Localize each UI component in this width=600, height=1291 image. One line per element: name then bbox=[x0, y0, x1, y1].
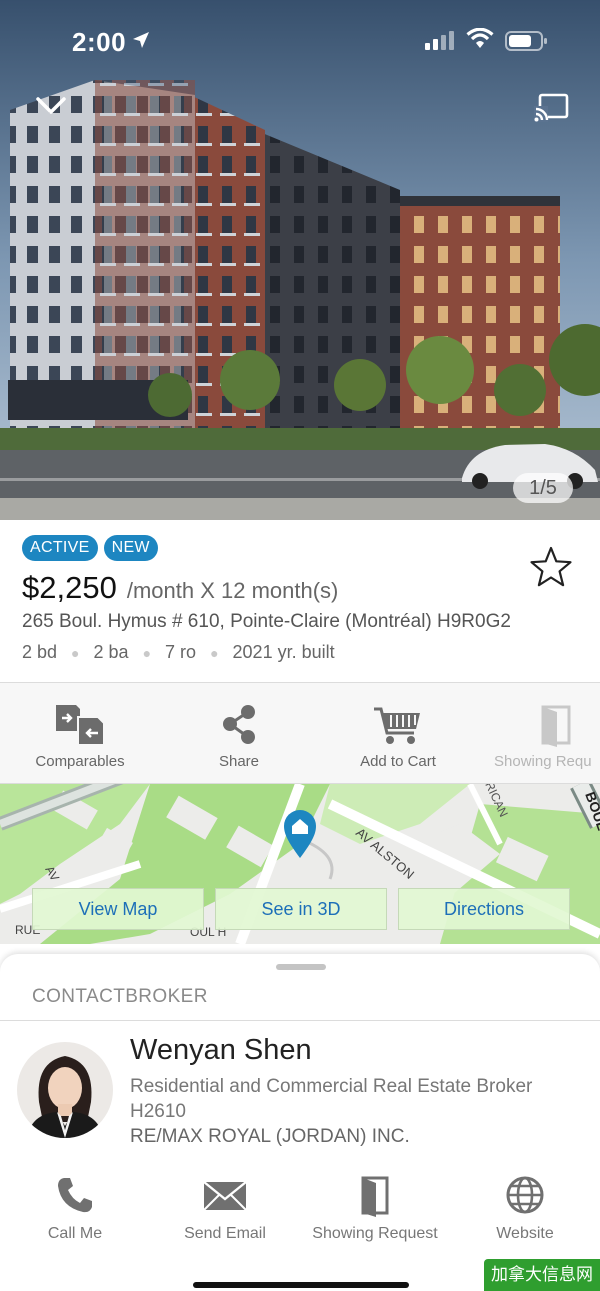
stat-bedrooms: 2 bd bbox=[22, 642, 58, 662]
call-me-label: Call Me bbox=[47, 1225, 103, 1242]
directions-button[interactable]: Directions bbox=[398, 888, 570, 930]
divider bbox=[0, 1020, 600, 1021]
comparables-button[interactable]: Comparables bbox=[0, 683, 160, 783]
status-time: 2:00 bbox=[72, 27, 127, 57]
separator-dot: ● bbox=[210, 644, 219, 661]
listing-actions-bar: Comparables Share Add to Cart Showing Re… bbox=[0, 682, 600, 784]
share-icon bbox=[223, 705, 255, 744]
stat-rooms: 7 ro bbox=[165, 642, 197, 662]
share-button[interactable]: Share bbox=[159, 683, 319, 783]
status-badge-active: ACTIVE bbox=[22, 535, 98, 561]
send-email-button[interactable]: Send Email bbox=[150, 1169, 300, 1249]
send-email-label: Send Email bbox=[184, 1225, 266, 1242]
stat-bathrooms: 2 ba bbox=[93, 642, 129, 662]
broker-title: Residential and Commercial Real Estate B… bbox=[130, 1076, 533, 1122]
status-bar: 2:00 bbox=[0, 0, 600, 80]
share-label: Share bbox=[218, 753, 260, 770]
door-icon bbox=[541, 705, 571, 747]
property-stats: 2 bd ● 2 ba ● 7 ro ● 2021 yr. built bbox=[22, 642, 335, 663]
email-icon bbox=[203, 1181, 247, 1211]
broker-agency: RE/MAX ROYAL (JORDAN) INC. bbox=[130, 1126, 410, 1147]
location-map[interactable]: AV ALSTON BOUL S RICAN AV RUE OUL H View… bbox=[0, 784, 600, 944]
price-line: $2,250/month X 12 month(s) bbox=[22, 570, 338, 606]
contact-broker-title: CONTACTBROKER bbox=[32, 986, 208, 1007]
broker-name: Wenyan Shen bbox=[130, 1034, 312, 1066]
comparables-label: Comparables bbox=[35, 753, 125, 770]
showing-request-contact-label: Showing Request bbox=[312, 1225, 438, 1242]
door-icon bbox=[361, 1176, 389, 1217]
showing-request-label: Showing Requ bbox=[494, 753, 592, 770]
separator-dot: ● bbox=[142, 644, 152, 661]
showing-request-button[interactable]: Showing Requ bbox=[477, 683, 600, 783]
call-me-button[interactable]: Call Me bbox=[0, 1169, 150, 1249]
add-to-cart-label: Add to Cart bbox=[360, 753, 436, 770]
globe-icon bbox=[506, 1176, 544, 1214]
see-in-3d-button[interactable]: See in 3D bbox=[215, 888, 387, 930]
sheet-grabber[interactable] bbox=[276, 964, 326, 970]
watermark: 加拿大信息网 bbox=[484, 1259, 600, 1291]
chevron-down-icon[interactable] bbox=[34, 92, 68, 120]
broker-avatar[interactable] bbox=[17, 1042, 113, 1138]
cart-icon bbox=[374, 707, 420, 744]
broker-photo bbox=[17, 1042, 113, 1138]
contact-broker-sheet[interactable]: CONTACTBROKER Wenyan Shen Residential an… bbox=[0, 954, 600, 1291]
showing-request-contact-button[interactable]: Showing Request bbox=[300, 1169, 450, 1249]
comparables-icon bbox=[56, 705, 105, 746]
photo-counter: 1/5 bbox=[513, 473, 573, 503]
favorite-star-icon[interactable] bbox=[529, 545, 573, 589]
separator-dot: ● bbox=[71, 644, 80, 661]
cast-icon[interactable] bbox=[534, 92, 570, 122]
status-badge-new: NEW bbox=[103, 535, 158, 561]
address: 265 Boul. Hymus # 610, Pointe-Claire (Mo… bbox=[22, 611, 511, 632]
listing-photo[interactable]: 2:00 1/5 bbox=[0, 0, 600, 520]
battery-icon bbox=[505, 31, 547, 51]
website-label: Website bbox=[496, 1225, 554, 1242]
view-map-button[interactable]: View Map bbox=[32, 888, 204, 930]
status-badges: ACTIVE NEW bbox=[22, 535, 158, 561]
contact-actions: Call Me Send Email Showing Request Websi… bbox=[0, 1169, 600, 1249]
website-button[interactable]: Website bbox=[450, 1169, 600, 1249]
price-suffix: /month X 12 month(s) bbox=[126, 578, 339, 603]
wifi-icon bbox=[466, 28, 494, 48]
home-indicator[interactable] bbox=[193, 1282, 409, 1288]
stat-year-built: 2021 yr. built bbox=[232, 642, 335, 662]
price: $2,250 bbox=[22, 570, 117, 605]
phone-icon bbox=[58, 1178, 92, 1213]
cellular-signal-icon bbox=[425, 31, 454, 50]
location-arrow-icon bbox=[133, 32, 149, 48]
add-to-cart-button[interactable]: Add to Cart bbox=[318, 683, 478, 783]
listing-summary: ACTIVE NEW $2,250/month X 12 month(s) 26… bbox=[0, 520, 600, 682]
